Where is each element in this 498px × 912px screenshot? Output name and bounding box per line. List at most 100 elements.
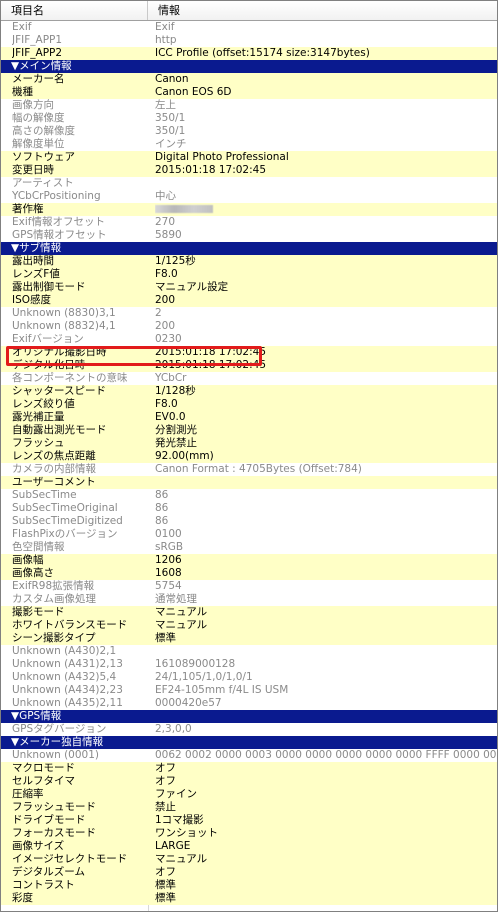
table-row[interactable]: ホワイトバランスモード マニュアル: [1, 619, 497, 632]
item-name-cell: JFIF_APP1: [12, 34, 63, 46]
table-row[interactable]: 色空間情報 sRGB: [1, 541, 497, 554]
table-row[interactable]: SubSecTimeOriginal 86: [1, 502, 497, 515]
item-name-cell: FlashPixのバージョン: [12, 528, 118, 540]
item-name-cell: 幅の解像度: [12, 112, 65, 124]
table-row[interactable]: 彩度 標準: [1, 892, 497, 905]
item-name-cell: ホワイトバランスモード: [12, 619, 128, 631]
table-row[interactable]: ISO感度 200: [1, 294, 497, 307]
item-name-cell: Unknown (A430)2,1: [12, 645, 117, 657]
table-row[interactable]: GPS情報オフセット 5890: [1, 229, 497, 242]
item-value-cell: 0062 0002 0000 0003 0000 0000 0000 0000 …: [155, 749, 498, 761]
table-row[interactable]: マクロモード オフ: [1, 762, 497, 775]
table-row[interactable]: カメラの内部情報 Canon Format : 4705Bytes (Offset…: [1, 463, 497, 476]
table-row[interactable]: 自動露出測光モード 分割測光: [1, 424, 497, 437]
section-header-row[interactable]: ▼メーカー独自情報: [1, 736, 497, 749]
item-value-cell: 1コマ撮影: [155, 814, 204, 826]
table-row[interactable]: 各コンポーネントの意味 YCbCr: [1, 372, 497, 385]
column-header-name[interactable]: 項目名: [1, 1, 148, 20]
table-row[interactable]: デジタルズーム オフ: [1, 866, 497, 879]
table-row[interactable]: アーティスト: [1, 177, 497, 190]
item-value-cell: 24/1,105/1,0/1,0/1: [155, 671, 253, 683]
table-row[interactable]: Exifバージョン 0230: [1, 333, 497, 346]
table-row[interactable]: Unknown (A430)2,1: [1, 645, 497, 658]
table-row[interactable]: Exif情報オフセット 270: [1, 216, 497, 229]
table-row[interactable]: SubSecTime 86: [1, 489, 497, 502]
item-value-cell: 分割測光: [155, 424, 197, 436]
table-row[interactable]: 画像幅 1206: [1, 554, 497, 567]
item-value-cell: 161089000128: [155, 658, 236, 670]
table-row[interactable]: 変更日時 2015:01:18 17:02:45: [1, 164, 497, 177]
table-row[interactable]: レンズ絞り値 F8.0: [1, 398, 497, 411]
table-row[interactable]: 撮影モード マニュアル: [1, 606, 497, 619]
table-row[interactable]: JFIF_APP1 http: [1, 34, 497, 47]
item-value-cell: F8.0: [155, 268, 178, 280]
table-row[interactable]: イメージセレクトモード マニュアル: [1, 853, 497, 866]
table-row[interactable]: Unknown (A434)2,23 EF24-105mm f/4L IS USM: [1, 684, 497, 697]
table-row[interactable]: 著作権: [1, 203, 497, 216]
table-row[interactable]: ドライブモード 1コマ撮影: [1, 814, 497, 827]
table-row[interactable]: ソフトウェア Digital Photo Professional: [1, 151, 497, 164]
table-row[interactable]: メーカー名 Canon: [1, 73, 497, 86]
table-row[interactable]: 露出制御モード マニュアル設定: [1, 281, 497, 294]
table-row[interactable]: カスタム画像処理 通常処理: [1, 593, 497, 606]
table-row[interactable]: 画像方向 左上: [1, 99, 497, 112]
table-row[interactable]: シーン撮影タイプ 標準: [1, 632, 497, 645]
table-row[interactable]: 露出時間 1/125秒: [1, 255, 497, 268]
section-header-row[interactable]: ▼サブ情報: [1, 242, 497, 255]
table-row[interactable]: YCbCrPositioning 中心: [1, 190, 497, 203]
item-value-cell: 中心: [155, 190, 176, 202]
table-row[interactable]: コントラスト 標準: [1, 879, 497, 892]
table-row[interactable]: シャッタースピード 1/128秒: [1, 385, 497, 398]
exif-info-table: 項目名 情報 Exif Exif JFIF_APP1 http JFIF_APP2 ICC…: [0, 0, 498, 912]
item-value-cell: 86: [155, 489, 169, 501]
table-row[interactable]: Unknown (A432)5,4 24/1,105/1,0/1,0/1: [1, 671, 497, 684]
table-row[interactable]: FlashPixのバージョン 0100: [1, 528, 497, 541]
item-value-cell: オフ: [155, 762, 176, 774]
table-row[interactable]: ExifR98拡張情報 5754: [1, 580, 497, 593]
column-header-info[interactable]: 情報: [148, 1, 497, 20]
item-name-cell: Unknown (A431)2,13: [12, 658, 123, 670]
item-name-cell: 彩度: [12, 892, 33, 904]
table-row[interactable]: フラッシュ 発光禁止: [1, 437, 497, 450]
table-row[interactable]: レンズF値 F8.0: [1, 268, 497, 281]
table-row[interactable]: 画像高さ 1608: [1, 567, 497, 580]
item-value-cell: 通常処理: [155, 593, 197, 605]
table-row[interactable]: Unknown (0001) 0062 0002 0000 0003 0000 0…: [1, 749, 498, 762]
item-value-cell: EF24-105mm f/4L IS USM: [155, 684, 289, 696]
item-name-cell: マクロモード: [12, 762, 75, 774]
item-value-cell: 5890: [155, 229, 182, 241]
table-row[interactable]: 機種 Canon EOS 6D: [1, 86, 497, 99]
table-row[interactable]: 露光補正量 EV0.0: [1, 411, 497, 424]
table-row[interactable]: Unknown (8832)4,1 200: [1, 320, 497, 333]
table-row[interactable]: Unknown (A435)2,11 0000420e57: [1, 697, 497, 710]
item-name-cell: コントラスト: [12, 879, 75, 891]
item-name-cell: 著作権: [12, 203, 44, 215]
item-value-cell: オフ: [155, 866, 176, 878]
table-row[interactable]: SubSecTimeDigitized 86: [1, 515, 497, 528]
table-row[interactable]: セルフタイマ オフ: [1, 775, 497, 788]
item-name-cell: カメラの内部情報: [12, 463, 96, 475]
item-name-cell: ソフトウェア: [12, 151, 75, 163]
table-row[interactable]: ユーザーコメント: [1, 476, 497, 489]
section-header-row[interactable]: ▼メイン情報: [1, 60, 497, 73]
item-name-cell: フラッシュ: [12, 437, 65, 449]
table-row[interactable]: GPSタグバージョン 2,3,0,0: [1, 723, 497, 736]
table-row[interactable]: 画像サイズ LARGE: [1, 840, 497, 853]
table-row[interactable]: 幅の解像度 350/1: [1, 112, 497, 125]
table-row[interactable]: Unknown (8830)3,1 2: [1, 307, 497, 320]
table-row[interactable]: フォーカスモード ワンショット: [1, 827, 497, 840]
table-row[interactable]: 圧縮率 ファイン: [1, 788, 497, 801]
item-name-cell: Exif: [12, 21, 32, 33]
table-row[interactable]: 解像度単位 インチ: [1, 138, 497, 151]
table-row[interactable]: 高さの解像度 350/1: [1, 125, 497, 138]
item-name-cell: フラッシュモード: [12, 801, 96, 813]
table-row[interactable]: レンズの焦点距離 92.00(mm): [1, 450, 497, 463]
item-name-cell: SubSecTimeDigitized: [12, 515, 123, 527]
table-row[interactable]: Exif Exif: [1, 21, 497, 34]
item-name-cell: セルフタイマ: [12, 775, 75, 787]
table-header: 項目名 情報: [1, 1, 497, 21]
table-row[interactable]: JFIF_APP2 ICC Profile (offset:15174 size:…: [1, 47, 497, 60]
table-row[interactable]: Unknown (A431)2,13 161089000128: [1, 658, 497, 671]
section-header-row[interactable]: ▼GPS情報: [1, 710, 497, 723]
table-row[interactable]: フラッシュモード 禁止: [1, 801, 497, 814]
